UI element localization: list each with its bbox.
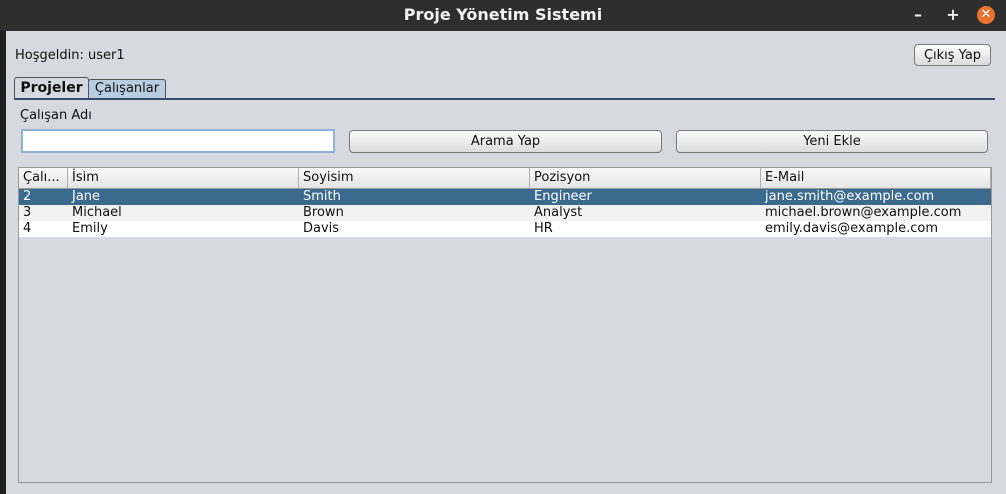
employee-name-input[interactable] xyxy=(21,129,335,153)
title-bar: Proje Yönetim Sistemi – + ✕ xyxy=(0,0,1006,31)
tab-divider xyxy=(14,98,995,100)
cell-position: Analyst xyxy=(534,205,583,220)
table-row[interactable]: 3 Michael Brown Analyst michael.brown@ex… xyxy=(19,205,991,221)
cell-email: michael.brown@example.com xyxy=(765,205,962,220)
table-row[interactable]: 2 Jane Smith Engineer jane.smith@example… xyxy=(19,189,991,205)
maximize-icon[interactable]: + xyxy=(944,6,962,24)
cell-surname: Davis xyxy=(303,221,340,236)
cell-name: Michael xyxy=(72,205,122,220)
column-header-position[interactable]: Pozisyon xyxy=(530,168,761,188)
add-new-button[interactable]: Yeni Ekle xyxy=(676,130,988,153)
column-header-surname[interactable]: Soyisim xyxy=(299,168,530,188)
employee-table[interactable]: Çalı... İsim Soyisim Pozisyon E-Mail 2 J… xyxy=(18,167,992,483)
column-header-name[interactable]: İsim xyxy=(68,168,299,188)
close-icon[interactable]: ✕ xyxy=(977,6,995,24)
cell-position: Engineer xyxy=(534,189,592,204)
cell-name: Jane xyxy=(72,189,101,204)
employee-name-label: Çalışan Adı xyxy=(20,108,92,123)
cell-position: HR xyxy=(534,221,553,236)
column-header-email[interactable]: E-Mail xyxy=(761,168,991,188)
main-window: Hoşgeldin: user1 Çıkış Yap Projeler Çalı… xyxy=(6,31,1006,494)
cell-id: 2 xyxy=(23,189,32,204)
tab-employees[interactable]: Çalışanlar xyxy=(88,79,166,98)
table-header: Çalı... İsim Soyisim Pozisyon E-Mail xyxy=(19,168,991,189)
window-title: Proje Yönetim Sistemi xyxy=(403,5,603,24)
column-header-id[interactable]: Çalı... xyxy=(19,168,68,188)
logout-button[interactable]: Çıkış Yap xyxy=(914,44,991,66)
cell-email: jane.smith@example.com xyxy=(765,189,935,204)
cell-surname: Smith xyxy=(303,189,341,204)
minimize-icon[interactable]: – xyxy=(909,6,927,24)
table-row[interactable]: 4 Emily Davis HR emily.davis@example.com xyxy=(19,221,991,237)
cell-id: 4 xyxy=(23,221,32,236)
welcome-text: Hoşgeldin: user1 xyxy=(15,48,125,63)
search-button[interactable]: Arama Yap xyxy=(349,130,662,153)
cell-id: 3 xyxy=(23,205,32,220)
cell-email: emily.davis@example.com xyxy=(765,221,939,236)
cell-name: Emily xyxy=(72,221,108,236)
cell-surname: Brown xyxy=(303,205,344,220)
tab-projects[interactable]: Projeler xyxy=(14,77,89,98)
